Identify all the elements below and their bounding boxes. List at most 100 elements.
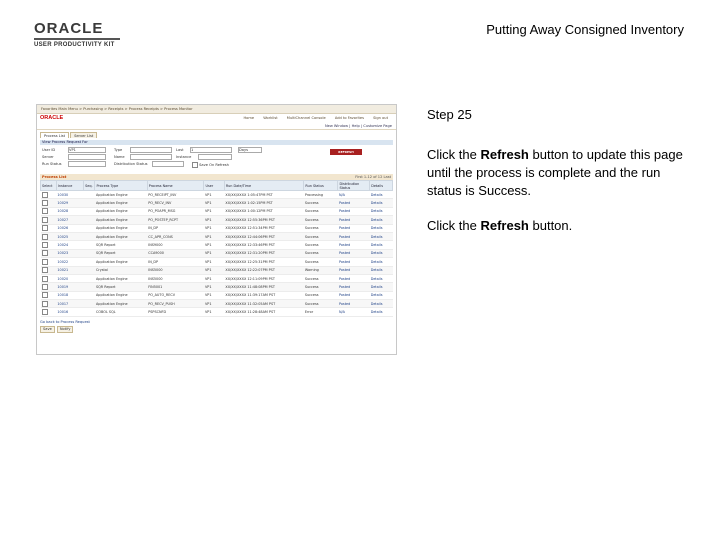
cell-details[interactable]: Details xyxy=(369,215,393,225)
nav-worklist[interactable]: Worklist xyxy=(263,116,277,120)
row-select-checkbox[interactable] xyxy=(41,191,48,198)
row-select-checkbox[interactable] xyxy=(41,200,48,207)
cell-user: VP1 xyxy=(203,282,225,292)
cell-instance[interactable]: 10030 xyxy=(56,190,84,200)
server-select[interactable] xyxy=(68,154,106,160)
top-menu-text[interactable]: Favorites Main Menu > Purchasing > Recei… xyxy=(41,107,193,111)
instruction-paragraph-1: Click the Refresh button to update this … xyxy=(427,146,687,200)
cell-instance[interactable]: 10023 xyxy=(56,249,84,259)
cell-run-date: XX/XX/XXXX 1:05:47PM PST xyxy=(224,190,304,200)
cell-instance[interactable]: 10029 xyxy=(56,198,84,208)
cell-dist-status[interactable]: Posted xyxy=(337,282,370,292)
cell-dist-status[interactable]: Posted xyxy=(337,257,370,267)
cell-dist-status[interactable]: Posted xyxy=(337,291,370,301)
notify-button[interactable]: Notify xyxy=(56,325,74,333)
cell-instance[interactable]: 10025 xyxy=(56,232,84,242)
cell-instance[interactable]: 10019 xyxy=(56,282,84,292)
row-select-checkbox[interactable] xyxy=(41,242,48,249)
cell-dist-status[interactable]: Posted xyxy=(337,299,370,309)
cell-details[interactable]: Details xyxy=(369,299,393,309)
row-select-checkbox[interactable] xyxy=(41,250,48,257)
cell-seq xyxy=(83,291,95,301)
row-select-checkbox[interactable] xyxy=(41,283,48,290)
cell-dist-status[interactable]: Posted xyxy=(337,207,370,217)
cell-dist-status[interactable]: Posted xyxy=(337,240,370,250)
cell-dist-status[interactable]: Posted xyxy=(337,274,370,284)
row-select-checkbox[interactable] xyxy=(41,208,48,215)
cell-dist-status[interactable]: Posted xyxy=(337,215,370,225)
cell-dist-status[interactable]: Posted xyxy=(337,198,370,208)
cell-run-status: Success xyxy=(303,224,338,233)
cell-dist-status[interactable]: N/A xyxy=(337,307,370,317)
cell-instance[interactable]: 10021 xyxy=(56,266,84,275)
tab-process-list[interactable]: Process List xyxy=(40,132,70,138)
row-select-checkbox[interactable] xyxy=(41,216,48,223)
dist-status-select[interactable] xyxy=(152,161,184,167)
cell-details[interactable]: Details xyxy=(369,240,393,250)
cell-details[interactable]: Details xyxy=(369,232,393,242)
cell-details[interactable]: Details xyxy=(369,190,393,200)
oracle-upk-logo: ORACLE USER PRODUCTIVITY KIT xyxy=(34,21,124,48)
row-select-checkbox[interactable] xyxy=(41,225,48,232)
cell-dist-status[interactable]: Posted xyxy=(337,266,370,275)
cell-details[interactable]: Details xyxy=(369,249,393,259)
save-on-refresh-checkbox[interactable] xyxy=(192,162,198,168)
save-on-refresh: Save On Refresh xyxy=(192,162,229,168)
row-select-cell xyxy=(40,198,57,208)
row-select-checkbox[interactable] xyxy=(41,258,48,265)
nav-add-favorites[interactable]: Add to Favorites xyxy=(335,116,364,120)
cell-details[interactable]: Details xyxy=(369,257,393,267)
cell-instance[interactable]: 10026 xyxy=(56,224,84,233)
cell-process-name: CC_APR_CONS xyxy=(147,232,204,242)
row-select-cell xyxy=(40,224,57,233)
nav-sign-out[interactable]: Sign out xyxy=(373,116,388,120)
cell-instance[interactable]: 10028 xyxy=(56,207,84,217)
cell-details[interactable]: Details xyxy=(369,224,393,233)
cell-instance[interactable]: 10022 xyxy=(56,257,84,267)
save-button[interactable]: Save xyxy=(40,325,55,333)
cell-details[interactable]: Details xyxy=(369,282,393,292)
cell-details[interactable]: Details xyxy=(369,198,393,208)
row-select-checkbox[interactable] xyxy=(41,233,48,240)
cell-dist-status[interactable]: Posted xyxy=(337,224,370,233)
process-list-nav[interactable]: First 1-12 of 12 Last xyxy=(355,175,393,179)
table-row: 10016 COBOL SQL PSPSCNFD VP1 XX/XX/XXXX 11:2… xyxy=(40,307,393,317)
cell-dist-status[interactable]: Posted xyxy=(337,232,370,242)
p1-refresh-term: Refresh xyxy=(480,147,529,162)
cell-dist-status[interactable]: Posted xyxy=(337,249,370,259)
cell-details[interactable]: Details xyxy=(369,307,393,317)
cell-instance[interactable]: 10017 xyxy=(56,299,84,309)
dist-status-label: Distribution Status xyxy=(114,162,148,166)
cell-instance[interactable]: 10024 xyxy=(56,240,84,250)
refresh-button[interactable]: REFRESH xyxy=(330,149,362,155)
name-field[interactable] xyxy=(130,154,172,160)
run-status-select[interactable] xyxy=(68,161,106,167)
cell-instance[interactable]: 10020 xyxy=(56,274,84,284)
cell-process-name: PO_RECV_INV xyxy=(147,198,204,208)
instance-field[interactable] xyxy=(198,154,232,160)
cell-details[interactable]: Details xyxy=(369,274,393,284)
cell-run-date: XX/XX/XXXX 12:22:07PM PST xyxy=(224,266,304,275)
row-select-checkbox[interactable] xyxy=(41,267,48,274)
cell-instance[interactable]: 10027 xyxy=(56,215,84,225)
nav-multichannel[interactable]: MultiChannel Console xyxy=(287,116,326,120)
cell-details[interactable]: Details xyxy=(369,266,393,275)
row-select-checkbox[interactable] xyxy=(41,300,48,307)
cell-instance[interactable]: 10016 xyxy=(56,307,84,317)
go-back-link[interactable]: Go back to Process Request xyxy=(40,320,90,324)
last-field[interactable]: 1 xyxy=(190,147,232,153)
tab-server-list[interactable]: Server List xyxy=(70,132,98,138)
page-links[interactable]: New Window | Help | Customize Page xyxy=(325,124,392,128)
user-id-field[interactable]: VP1 xyxy=(68,147,106,153)
type-select[interactable] xyxy=(130,147,172,153)
cell-dist-status[interactable]: N/A xyxy=(337,190,370,200)
nav-home[interactable]: Home xyxy=(243,116,254,120)
cell-instance[interactable]: 10018 xyxy=(56,291,84,301)
cell-details[interactable]: Details xyxy=(369,291,393,301)
row-select-checkbox[interactable] xyxy=(41,309,48,316)
row-select-checkbox[interactable] xyxy=(41,292,48,299)
row-select-checkbox[interactable] xyxy=(41,275,48,282)
days-select[interactable]: Days xyxy=(238,147,262,153)
cell-details[interactable]: Details xyxy=(369,207,393,217)
cell-process-type: Application Engine xyxy=(94,198,148,208)
